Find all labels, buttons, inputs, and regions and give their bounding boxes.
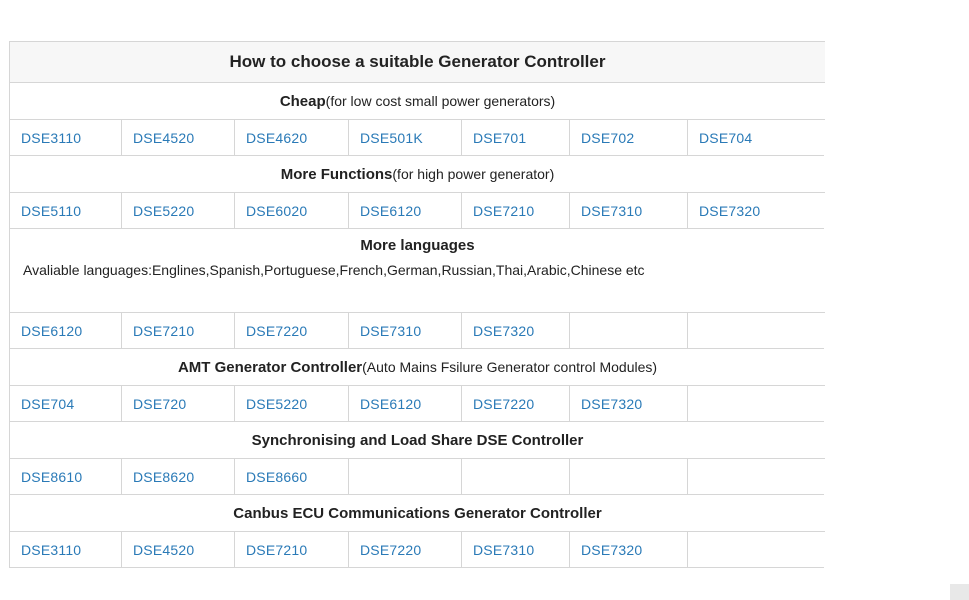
model-link[interactable]: DSE701 (462, 120, 570, 156)
model-link[interactable]: DSE8620 (122, 459, 235, 495)
scroll-to-top-button[interactable] (950, 584, 969, 600)
table-row: DSE6120 DSE7210 DSE7220 DSE7310 DSE7320 (10, 313, 825, 349)
model-link[interactable]: DSE7210 (122, 313, 235, 349)
model-link[interactable]: DSE704 (688, 120, 824, 156)
section-heading-synchronising: Synchronising and Load Share DSE Control… (10, 422, 825, 459)
empty-cell (349, 459, 462, 495)
empty-cell (688, 386, 824, 422)
model-link[interactable]: DSE6120 (349, 193, 462, 229)
model-link[interactable]: DSE5110 (10, 193, 122, 229)
model-link[interactable]: DSE3110 (10, 120, 122, 156)
section-title: More Functions (280, 165, 393, 183)
model-link[interactable]: DSE720 (122, 386, 235, 422)
model-link[interactable]: DSE7320 (688, 193, 824, 229)
model-link[interactable]: DSE6120 (349, 386, 462, 422)
model-link[interactable]: DSE702 (570, 120, 688, 156)
model-link[interactable]: DSE3110 (10, 532, 122, 568)
section-heading-more-languages: More languages Avaliable languages:Engli… (10, 229, 825, 313)
model-link[interactable]: DSE5220 (235, 386, 349, 422)
model-link[interactable]: DSE7320 (570, 386, 688, 422)
model-link[interactable]: DSE7320 (570, 532, 688, 568)
model-link[interactable]: DSE4520 (122, 120, 235, 156)
model-link[interactable]: DSE5220 (122, 193, 235, 229)
model-link[interactable]: DSE6020 (235, 193, 349, 229)
section-note: (for low cost small power generators) (325, 93, 556, 109)
model-link[interactable]: DSE7210 (235, 532, 349, 568)
table-row: DSE3110 DSE4520 DSE7210 DSE7220 DSE7310 … (10, 532, 825, 568)
controller-table: How to choose a suitable Generator Contr… (9, 41, 825, 568)
section-title: Cheap (279, 92, 326, 110)
model-link[interactable]: DSE7310 (349, 313, 462, 349)
table-row: DSE8610 DSE8620 DSE8660 (10, 459, 825, 495)
model-link[interactable]: DSE7320 (462, 313, 570, 349)
model-link[interactable]: DSE6120 (10, 313, 122, 349)
model-link[interactable]: DSE7220 (349, 532, 462, 568)
section-title: Canbus ECU Communications Generator Cont… (233, 504, 602, 522)
model-link[interactable]: DSE8660 (235, 459, 349, 495)
section-heading-amt: AMT Generator Controller (Auto Mains Fsil… (10, 349, 825, 386)
table-row: DSE704 DSE720 DSE5220 DSE6120 DSE7220 DS… (10, 386, 825, 422)
section-note: (for high power generator) (392, 166, 555, 182)
section-title: AMT Generator Controller (177, 358, 363, 376)
empty-cell (462, 459, 570, 495)
empty-cell (688, 459, 824, 495)
model-link[interactable]: DSE501K (349, 120, 462, 156)
empty-cell (688, 532, 824, 568)
table-title: How to choose a suitable Generator Contr… (10, 42, 825, 83)
model-link[interactable]: DSE7220 (235, 313, 349, 349)
model-link[interactable]: DSE4620 (235, 120, 349, 156)
section-title: More languages (360, 237, 475, 254)
empty-cell (570, 313, 688, 349)
model-link[interactable]: DSE7310 (570, 193, 688, 229)
model-link[interactable]: DSE8610 (10, 459, 122, 495)
empty-cell (688, 313, 824, 349)
section-description: Avaliable languages:Englines,Spanish,Por… (23, 262, 645, 278)
table-row: DSE5110 DSE5220 DSE6020 DSE6120 DSE7210 … (10, 193, 825, 229)
section-heading-more-functions: More Functions (for high power generator) (10, 156, 825, 193)
model-link[interactable]: DSE7220 (462, 386, 570, 422)
model-link[interactable]: DSE704 (10, 386, 122, 422)
empty-cell (570, 459, 688, 495)
section-title: Synchronising and Load Share DSE Control… (251, 431, 584, 449)
model-link[interactable]: DSE4520 (122, 532, 235, 568)
section-heading-canbus: Canbus ECU Communications Generator Cont… (10, 495, 825, 532)
model-link[interactable]: DSE7310 (462, 532, 570, 568)
section-heading-cheap: Cheap (for low cost small power generator… (10, 83, 825, 120)
model-link[interactable]: DSE7210 (462, 193, 570, 229)
table-row: DSE3110 DSE4520 DSE4620 DSE501K DSE701 D… (10, 120, 825, 156)
section-note: (Auto Mains Fsilure Generator control Mo… (362, 359, 658, 375)
